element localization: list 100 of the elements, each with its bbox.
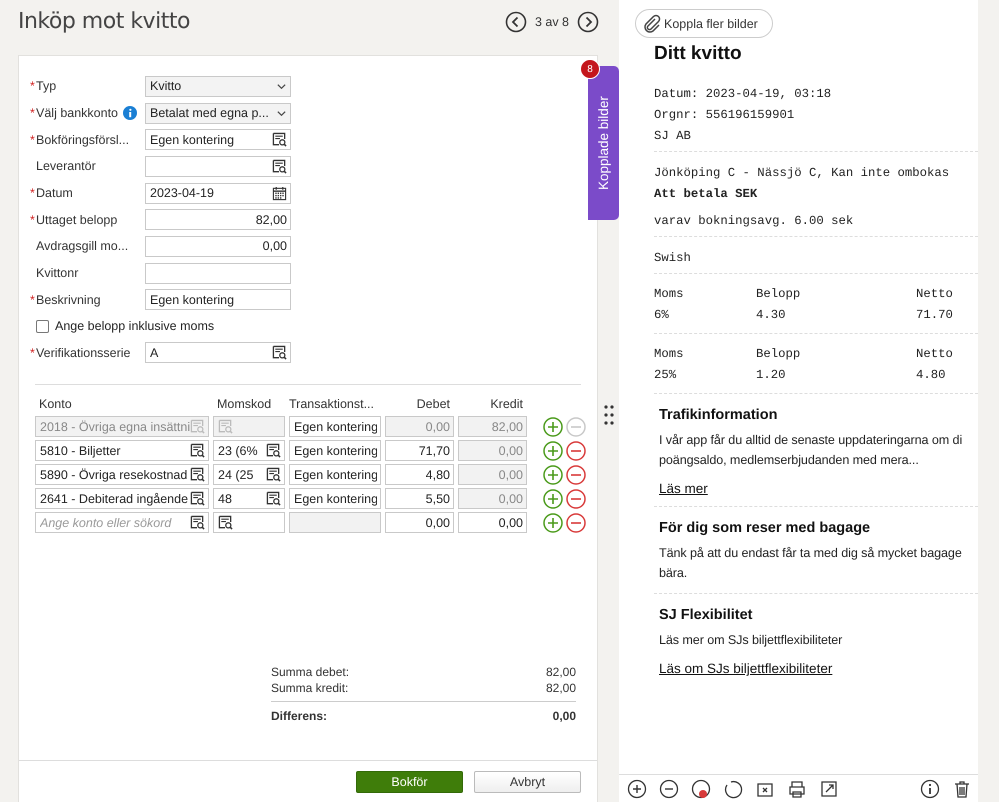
vat-code-field[interactable] [213,416,285,438]
lookup-icon[interactable] [190,515,205,530]
input-field[interactable] [145,156,291,177]
column-header: Transaktionst... [289,396,375,411]
dropdown[interactable]: Betalat med egna p... [145,102,291,124]
date-field[interactable]: 2023-04-19 [145,182,291,204]
vat-code-field[interactable]: 48 [213,488,285,510]
vat-value: 71.70 [916,308,953,322]
receipt-line: Orgnr: 556196159901 [654,107,796,124]
add-row-icon[interactable] [543,512,563,533]
checkbox-label: Ange belopp inklusive moms [55,319,214,334]
summary-value: 0,00 [552,709,576,723]
cancel-button[interactable]: Avbryt [474,770,581,792]
vat-code-field[interactable] [213,512,285,534]
field-label: Beskrivning [36,292,101,307]
rotate-icon[interactable] [723,778,743,798]
vat-header: Moms [654,286,685,300]
input-field[interactable]: Egen kontering [145,129,291,150]
transaction-field[interactable] [289,512,381,534]
field-label: Välj bankkonto [36,106,118,120]
lookup-icon[interactable] [266,491,281,506]
lookup-icon[interactable] [190,491,205,506]
book-button[interactable]: Bokför [356,770,463,792]
column-header: Kredit [489,396,524,411]
drag-handle-icon[interactable] [604,405,614,425]
field-label: Kvittonr [36,266,78,280]
required-mark: * [30,186,36,200]
vat-header: Belopp [756,346,802,360]
vat-value: 25% [654,368,678,382]
add-row-icon[interactable] [543,464,563,485]
previous-button[interactable] [504,11,527,33]
vat-header: Netto [916,346,953,360]
account-field[interactable]: 2641 - Debiterad ingående [35,488,209,510]
amount-field[interactable]: 71,70 [385,440,454,462]
page-counter: 3 av 8 [534,15,569,29]
remove-row-icon[interactable] [566,488,586,509]
amount-field[interactable]: 0,00 [458,512,527,534]
lookup-icon[interactable] [272,132,287,148]
attach-more-button[interactable]: Koppla fler bilder [635,9,773,38]
receipt-line: Swish [654,250,692,267]
account-field[interactable]: 5890 - Övriga resekostnad [35,464,209,486]
calendar-icon[interactable] [272,186,287,201]
next-button[interactable] [577,11,599,33]
read-more-link[interactable]: Läs om SJs biljettflexibiliteter [659,661,832,676]
lookup-icon[interactable] [272,345,287,360]
lookup-icon[interactable] [266,443,281,458]
receipt-title: Ditt kvitto [654,43,743,65]
required-mark: * [30,132,36,147]
transaction-field[interactable]: Egen kontering [289,464,381,486]
input-field[interactable]: A [145,342,291,364]
zoom-in-icon[interactable] [627,778,647,798]
info-icon[interactable] [920,778,940,798]
remove-row-icon[interactable] [566,440,586,461]
transaction-field[interactable]: Egen kontering [289,488,381,510]
print-icon[interactable] [787,778,807,798]
receipt-line: SJ AB [654,128,692,145]
lookup-icon[interactable] [190,443,205,458]
vat-code-field[interactable]: 23 (6% [213,440,285,462]
account-field[interactable]: 5810 - Biljetter [35,440,209,462]
paperclip-icon [642,14,662,34]
open-external-icon[interactable] [819,778,839,798]
column-header: Konto [38,396,73,411]
remove-row-icon[interactable] [566,464,586,485]
input-field[interactable]: 0,00 [145,236,291,257]
vat-code-field[interactable]: 24 (25 [213,464,285,486]
input-field[interactable]: 82,00 [145,209,291,230]
receipt-line: Att betala SEK [654,186,758,203]
field-label: Avdragsgill mo... [36,239,128,254]
trash-icon[interactable] [952,778,972,798]
lookup-icon[interactable] [218,515,233,530]
receipt-line: varav bokningsavg. 6.00 sek [654,213,854,230]
info-heading: SJ Flexibilitet [659,607,754,623]
vat-value: 4.30 [756,308,787,322]
dropdown[interactable]: Kvitto [145,76,291,97]
lookup-icon[interactable] [266,467,281,482]
zoom-out-icon[interactable] [659,778,679,798]
amount-field[interactable]: 4,80 [385,464,454,486]
vat-header: Moms [654,346,685,360]
vat-value: 4.80 [916,368,946,382]
lookup-icon[interactable] [190,467,205,482]
remove-row-icon[interactable] [566,512,586,533]
transaction-field[interactable]: Egen kontering [289,440,381,462]
info-heading: Trafikinformation [659,407,778,423]
add-row-icon[interactable] [543,416,563,437]
add-row-icon[interactable] [543,440,563,461]
field-label: Datum [36,186,73,200]
checkbox[interactable] [36,320,49,333]
summary-label: Summa debet: [271,665,350,679]
amount-field[interactable]: 0,00 [385,512,454,534]
transaction-field[interactable]: Egen kontering [289,416,381,438]
receipt-line: Jönköping C - Nässjö C, Kan inte ombokas [654,165,950,182]
input-field[interactable]: Egen kontering [145,289,291,310]
required-mark: * [30,106,36,120]
field-label: Verifikationsserie [36,346,130,360]
add-row-icon[interactable] [543,488,563,509]
summary-label: Differens: [271,709,328,723]
lookup-icon[interactable] [272,158,287,174]
input-field[interactable] [145,262,291,284]
amount-field[interactable]: 5,50 [385,488,454,510]
read-more-link[interactable]: Läs mer [659,481,708,496]
